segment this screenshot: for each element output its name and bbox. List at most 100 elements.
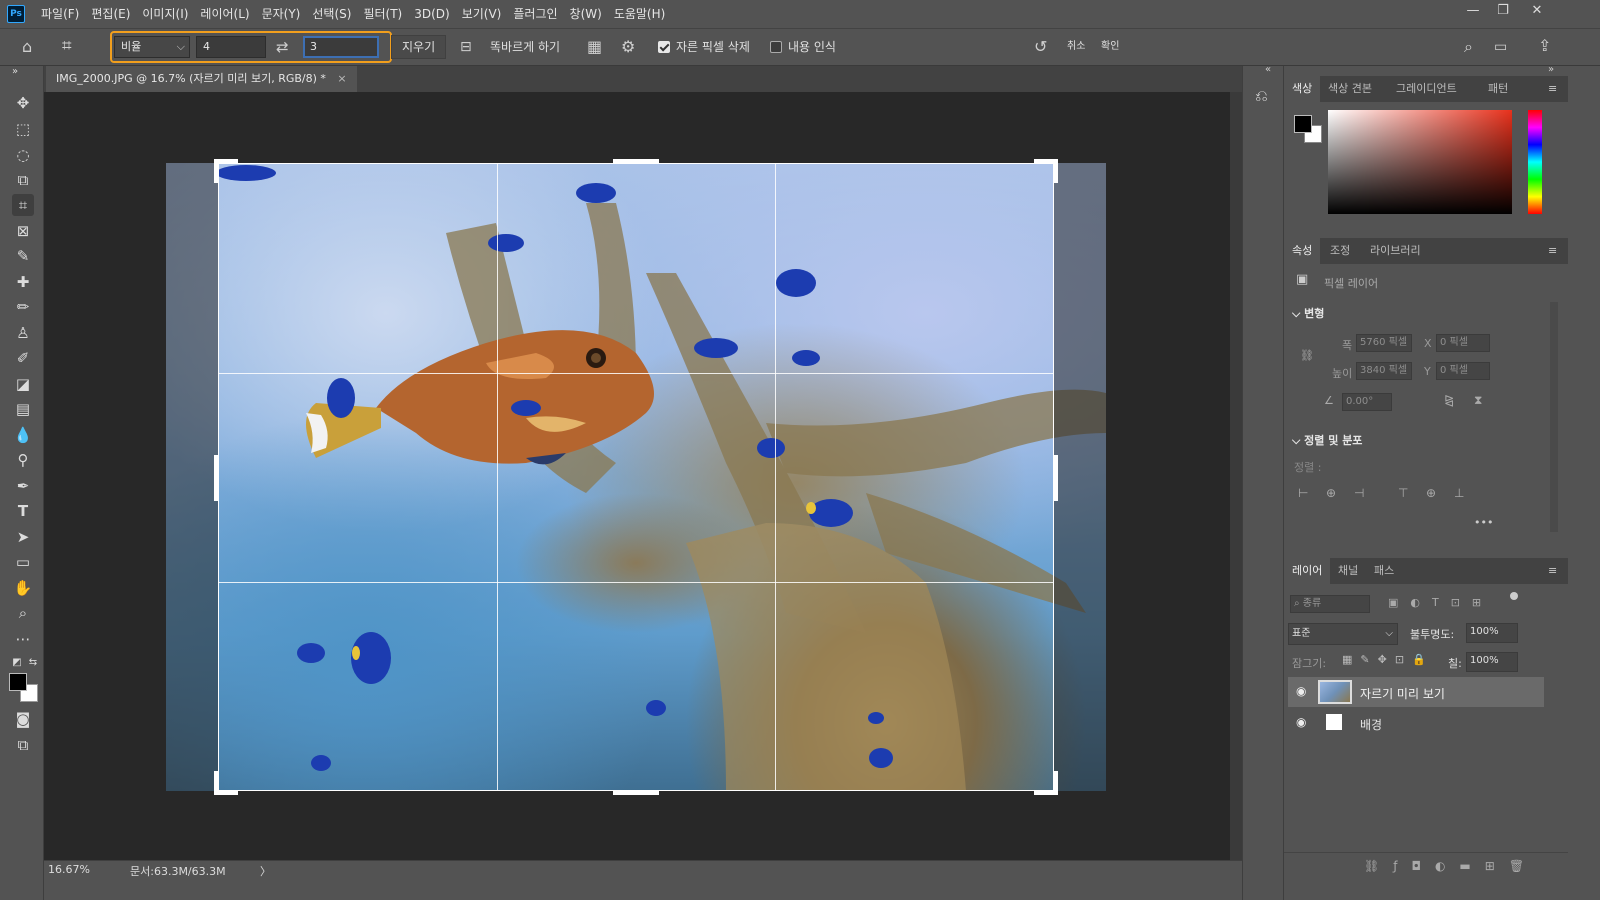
fill-input[interactable]: 100%: [1466, 652, 1518, 672]
menu-plugins[interactable]: 플러그인: [507, 0, 563, 28]
tab-libraries[interactable]: 라이브러리: [1362, 238, 1429, 264]
layer-footer-icons[interactable]: ⛓ƒ◘◐▬⊞🗑: [1364, 859, 1538, 873]
clear-button[interactable]: 지우기: [391, 35, 447, 59]
menu-image[interactable]: 이미지(I): [136, 0, 194, 28]
flip-vertical-icon[interactable]: ⧗: [1474, 393, 1482, 408]
x-field[interactable]: 0 픽셀: [1436, 334, 1490, 352]
frame-tool-icon[interactable]: ⊠: [12, 220, 34, 242]
straighten-icon[interactable]: ⊟: [460, 38, 472, 56]
eye-icon[interactable]: ◉: [1296, 715, 1306, 729]
foreground-swatch[interactable]: [1294, 115, 1312, 133]
vertical-scrollbar[interactable]: [1230, 92, 1242, 860]
tab-color[interactable]: 색상: [1284, 76, 1321, 102]
eraser-tool-icon[interactable]: ◪: [12, 373, 34, 395]
crop-handle-left[interactable]: [214, 455, 218, 501]
screen-mode-icon[interactable]: ⧉: [12, 734, 34, 756]
link-icon[interactable]: ⛓: [1300, 349, 1314, 362]
commit-button[interactable]: 확인: [1101, 38, 1119, 56]
align-vcenter-icon[interactable]: ⊕: [1426, 486, 1436, 500]
align-hcenter-icon[interactable]: ⊕: [1326, 486, 1336, 500]
y-field[interactable]: 0 픽셀: [1436, 362, 1490, 380]
brush-tool-icon[interactable]: ✏: [12, 296, 34, 318]
ratio-preset-select[interactable]: 비율 ⌵: [114, 36, 190, 58]
reset-icon[interactable]: ↺: [1034, 38, 1047, 56]
flip-horizontal-icon[interactable]: ⧎: [1444, 393, 1454, 407]
menu-layer[interactable]: 레이어(L): [194, 0, 255, 28]
collapse-icon[interactable]: «: [1265, 64, 1271, 75]
expand-icon[interactable]: »: [4, 66, 26, 88]
blur-tool-icon[interactable]: 💧: [12, 424, 34, 446]
menu-edit[interactable]: 편집(E): [85, 0, 136, 28]
ratio-height-input[interactable]: 3: [303, 36, 379, 58]
angle-field[interactable]: 0.00°: [1342, 393, 1392, 411]
tab-paths[interactable]: 패스: [1366, 558, 1402, 584]
menu-type[interactable]: 문자(Y): [256, 0, 307, 28]
align-left-icon[interactable]: ⊢: [1298, 486, 1308, 500]
share-icon[interactable]: ⇪: [1538, 37, 1551, 55]
stamp-tool-icon[interactable]: ♙: [12, 322, 34, 344]
workspace-icon[interactable]: ▭: [1494, 38, 1507, 56]
close-window-button[interactable]: ✕: [1522, 0, 1552, 24]
crop-handle-bottom[interactable]: [613, 791, 659, 795]
tab-patterns[interactable]: 패턴: [1480, 76, 1516, 102]
crop-handle-top-left[interactable]: [214, 159, 218, 183]
minimize-button[interactable]: —: [1458, 0, 1488, 24]
layer-filter-select[interactable]: ⌕ 종류: [1290, 595, 1370, 613]
align-top-icon[interactable]: ⊤: [1398, 486, 1408, 500]
align-right-icon[interactable]: ⊣: [1354, 486, 1364, 500]
color-field[interactable]: [1328, 110, 1512, 214]
more-options-icon[interactable]: •••: [1474, 516, 1493, 529]
delete-cropped-checkbox[interactable]: [658, 41, 670, 53]
transform-section-header[interactable]: ⌵ 변형: [1292, 305, 1324, 321]
properties-scrollbar[interactable]: [1550, 302, 1558, 532]
rectangle-tool-icon[interactable]: ▭: [12, 551, 34, 573]
quick-mask-icon[interactable]: ◙: [12, 708, 34, 730]
height-field[interactable]: 3840 픽셀: [1356, 362, 1412, 380]
layer-row-background[interactable]: ◉ 배경: [1288, 708, 1544, 738]
cancel-button[interactable]: 취소: [1067, 38, 1085, 56]
history-brush-icon[interactable]: ✐: [12, 347, 34, 369]
menu-file[interactable]: 파일(F): [35, 0, 85, 28]
crop-tool-icon[interactable]: ⌗: [12, 194, 34, 216]
history-panel-icon[interactable]: ⎌: [1255, 86, 1268, 106]
menu-window[interactable]: 창(W): [564, 0, 608, 28]
lasso-tool-icon[interactable]: ◌: [12, 144, 34, 166]
content-aware-checkbox[interactable]: [770, 41, 782, 53]
eye-icon[interactable]: ◉: [1296, 684, 1306, 698]
crop-tool-preset-icon[interactable]: ⌗: [62, 37, 72, 55]
eyedropper-tool-icon[interactable]: ✎: [12, 245, 34, 267]
expand-icon[interactable]: »: [1548, 64, 1554, 75]
healing-brush-icon[interactable]: ✚: [12, 271, 34, 293]
overlay-grid-icon[interactable]: ▦: [587, 38, 602, 56]
close-tab-icon[interactable]: ×: [337, 72, 346, 85]
layer-filter-icons[interactable]: ▣◐T⊡⊞: [1388, 596, 1493, 609]
search-icon[interactable]: ⌕: [1464, 38, 1473, 56]
swap-colors-icon[interactable]: ⇆: [22, 652, 44, 674]
menu-view[interactable]: 보기(V): [456, 0, 508, 28]
zoom-level[interactable]: 16.67%: [48, 863, 90, 876]
width-field[interactable]: 5760 픽셀: [1356, 334, 1412, 352]
zoom-tool-icon[interactable]: ⌕: [12, 602, 34, 624]
tab-gradients[interactable]: 그레이디언트: [1388, 76, 1465, 102]
menu-3d[interactable]: 3D(D): [408, 0, 455, 28]
tab-adjustments[interactable]: 조정: [1322, 238, 1358, 264]
pen-tool-icon[interactable]: ✒: [12, 475, 34, 497]
path-select-icon[interactable]: ➤: [12, 526, 34, 548]
hand-tool-icon[interactable]: ✋: [12, 577, 34, 599]
gradient-tool-icon[interactable]: ▤: [12, 398, 34, 420]
hue-slider[interactable]: [1528, 110, 1542, 214]
tab-layers[interactable]: 레이어: [1284, 558, 1331, 584]
gear-icon[interactable]: ⚙: [621, 38, 635, 56]
foreground-color-swatch[interactable]: [9, 673, 27, 691]
home-icon[interactable]: ⌂: [22, 38, 32, 56]
ratio-width-input[interactable]: 4: [196, 36, 266, 58]
crop-handle-bottom-left[interactable]: [214, 771, 218, 795]
marquee-tool-icon[interactable]: ⬚: [12, 118, 34, 140]
menu-help[interactable]: 도움말(H): [608, 0, 672, 28]
straighten-button[interactable]: 똑바르게 하기: [490, 38, 560, 56]
swap-icon[interactable]: ⇄: [276, 38, 289, 56]
menu-select[interactable]: 선택(S): [306, 0, 357, 28]
crop-box[interactable]: [218, 163, 1054, 791]
panel-menu-icon[interactable]: ≡: [1548, 76, 1560, 102]
crop-handle-right[interactable]: [1054, 455, 1058, 501]
